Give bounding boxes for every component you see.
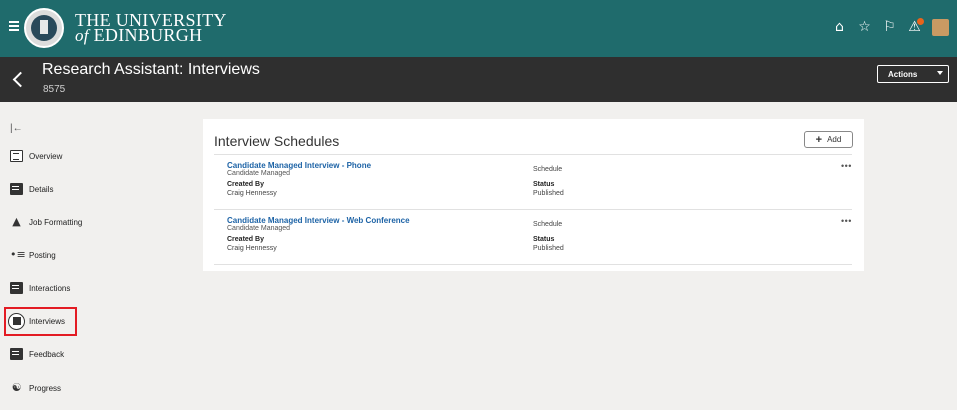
add-button[interactable]: + Add [804, 131, 853, 148]
divider [214, 264, 852, 265]
card-title: Interview Schedules [214, 133, 340, 149]
interview-schedules-card: Interview Schedules + Add Candidate Manag… [203, 119, 864, 271]
more-options-icon[interactable]: ••• [841, 161, 852, 171]
user-avatar[interactable] [932, 19, 949, 36]
university-crest-logo[interactable] [24, 8, 64, 48]
schedule-type: Candidate Managed [227, 225, 291, 232]
sidebar-item-posting[interactable]: •≡ Posting [10, 247, 56, 263]
status-label: Status [533, 236, 555, 243]
schedule-row: Candidate Managed Interview - Web Confer… [203, 216, 864, 266]
star-icon[interactable]: ☆ [857, 20, 872, 35]
actions-button[interactable]: Actions [877, 65, 949, 83]
created-by-value: Craig Hennessy [227, 190, 277, 197]
flag-icon[interactable]: ⚐ [882, 20, 897, 35]
created-by-label: Created By [227, 181, 264, 188]
divider [214, 209, 852, 210]
created-by-label: Created By [227, 236, 264, 243]
plus-icon: + [815, 133, 823, 146]
sidebar-item-label: Posting [29, 250, 56, 260]
top-bar: THE UNIVERSITY of EDINBURGH ⌂ ☆ ⚐ ⚠ [0, 0, 957, 57]
chevron-down-icon [937, 71, 943, 75]
requisition-number: 8575 [43, 84, 66, 95]
university-logo-text[interactable]: THE UNIVERSITY of EDINBURGH [75, 11, 227, 45]
add-label: Add [827, 135, 842, 144]
back-icon[interactable] [12, 70, 24, 90]
sidebar-item-feedback[interactable]: Feedback [10, 346, 64, 362]
actions-label: Actions [888, 69, 918, 79]
sidebar-item-label: Interactions [29, 283, 71, 293]
interviews-icon [8, 312, 25, 330]
notifications-icon[interactable]: ⚠ [907, 18, 924, 35]
sidebar-item-label: Interviews [29, 316, 66, 326]
schedule-type: Candidate Managed [227, 170, 291, 177]
sidebar-item-interviews[interactable]: Interviews [8, 312, 66, 330]
sidebar-item-label: Job Formatting [29, 217, 83, 227]
status-value: Published [533, 190, 564, 197]
page-title: Research Assistant: Interviews [42, 61, 260, 78]
home-icon[interactable]: ⌂ [832, 20, 847, 35]
status-value: Published [533, 245, 564, 252]
created-by-value: Craig Hennessy [227, 245, 277, 252]
sidebar-item-label: Overview [29, 151, 63, 161]
sidebar-item-label: Details [29, 184, 54, 194]
more-options-icon[interactable]: ••• [841, 216, 852, 226]
collapse-sidebar-icon[interactable]: |← [10, 123, 23, 134]
sidebar-item-label: Feedback [29, 349, 65, 359]
status-label: Status [533, 181, 555, 188]
sidebar-item-progress[interactable]: ☯ Progress [10, 380, 61, 396]
schedule-label: Schedule [533, 221, 563, 228]
notification-badge [917, 18, 924, 25]
university-line2-prefix: of [75, 26, 89, 45]
page-header-bar: Research Assistant: Interviews 8575 [0, 57, 957, 102]
schedule-title-link[interactable]: Candidate Managed Interview - Web Confer… [227, 216, 410, 225]
schedule-row: Candidate Managed Interview - Phone Cand… [203, 161, 864, 211]
progress-icon: ☯ [11, 381, 22, 394]
menu-icon[interactable] [9, 21, 19, 32]
interactions-icon [10, 282, 23, 294]
divider [214, 154, 852, 155]
details-icon [10, 183, 23, 195]
university-line2: EDINBURGH [93, 25, 203, 45]
posting-icon: •≡ [10, 248, 26, 261]
sidebar-item-overview[interactable]: Overview [10, 148, 62, 164]
schedule-label: Schedule [533, 166, 563, 173]
sidebar-item-label: Progress [29, 383, 62, 393]
sidebar-item-interactions[interactable]: Interactions [10, 280, 70, 296]
sidebar-item-details[interactable]: Details [10, 181, 53, 197]
feedback-icon [10, 348, 23, 360]
overview-icon [10, 150, 23, 162]
sidebar-item-job-formatting[interactable]: ▲ Job Formatting [10, 214, 82, 230]
job-formatting-icon: ▲ [12, 215, 21, 228]
schedule-title-link[interactable]: Candidate Managed Interview - Phone [227, 161, 371, 170]
